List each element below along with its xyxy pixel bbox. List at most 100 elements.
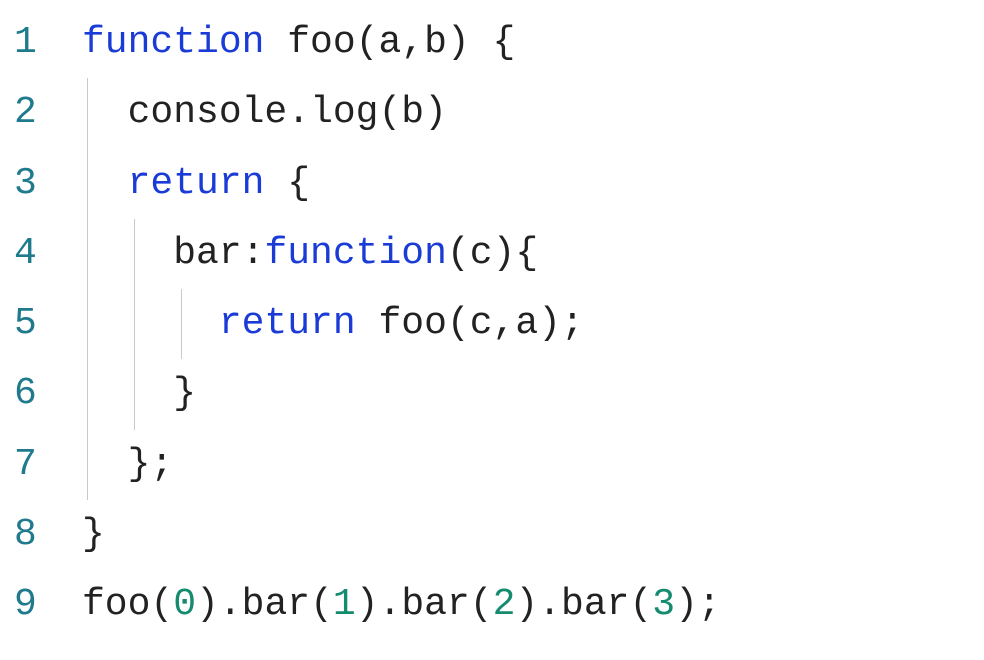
code-token: { [287, 162, 310, 205]
indent-guide [87, 78, 88, 148]
code-token [82, 91, 128, 134]
code-token: b [424, 21, 447, 64]
code-token: ( [150, 583, 173, 626]
code-token: function [82, 21, 264, 64]
code-token: 1 [333, 583, 356, 626]
code-line[interactable]: return foo(c,a); [60, 289, 984, 359]
line-number: 7 [0, 430, 60, 500]
code-line[interactable]: function foo(a,b) { [60, 8, 984, 78]
indent-guide [134, 359, 135, 429]
code-line[interactable]: }; [60, 430, 984, 500]
indent-guide [87, 149, 88, 219]
code-token: ( [470, 583, 493, 626]
indent-guide [87, 430, 88, 500]
code-token [82, 372, 173, 415]
code-token: log [310, 91, 378, 134]
code-line[interactable]: } [60, 359, 984, 429]
code-token: ( [447, 302, 470, 345]
indent-guide [181, 289, 182, 359]
code-token: ( [629, 583, 652, 626]
line-number: 6 [0, 359, 60, 429]
code-token: 0 [173, 583, 196, 626]
line-number: 9 [0, 570, 60, 640]
code-token: b [401, 91, 424, 134]
code-token: ) [493, 232, 516, 275]
code-token: ; [561, 302, 584, 345]
code-token: c [470, 232, 493, 275]
code-token [82, 232, 173, 275]
code-token: 2 [493, 583, 516, 626]
code-line[interactable]: foo(0).bar(1).bar(2).bar(3); [60, 570, 984, 640]
code-token: ) [675, 583, 698, 626]
code-token: ) [356, 583, 379, 626]
code-token: { [515, 232, 538, 275]
indent-guide [134, 289, 135, 359]
code-token: ) [424, 91, 447, 134]
code-token: . [538, 583, 561, 626]
code-row[interactable]: 5 return foo(c,a); [0, 289, 984, 359]
code-token: return [219, 302, 356, 345]
code-token: } [173, 372, 196, 415]
code-token: foo [287, 21, 355, 64]
code-row[interactable]: 2 console.log(b) [0, 78, 984, 148]
line-number: 2 [0, 78, 60, 148]
code-token: } [82, 513, 105, 556]
code-token [264, 21, 287, 64]
code-row[interactable]: 4 bar:function(c){ [0, 219, 984, 289]
code-token: bar [242, 583, 310, 626]
code-line[interactable]: console.log(b) [60, 78, 984, 148]
indent-guide [87, 219, 88, 289]
code-token: bar [561, 583, 629, 626]
code-token: function [264, 232, 446, 275]
line-number: 3 [0, 149, 60, 219]
code-row[interactable]: 8} [0, 500, 984, 570]
code-token: ) [538, 302, 561, 345]
code-token: bar [401, 583, 469, 626]
code-token: ( [447, 232, 470, 275]
code-token: : [242, 232, 265, 275]
code-token [82, 162, 128, 205]
code-token: } [128, 443, 151, 486]
indent-guide [134, 219, 135, 289]
line-number: 4 [0, 219, 60, 289]
code-row[interactable]: 7 }; [0, 430, 984, 500]
code-token [82, 302, 219, 345]
code-line[interactable]: return { [60, 149, 984, 219]
indent-guide [87, 359, 88, 429]
code-token [264, 162, 287, 205]
code-token [356, 302, 379, 345]
code-row[interactable]: 6 } [0, 359, 984, 429]
code-token: , [401, 21, 424, 64]
code-token: foo [82, 583, 150, 626]
code-token: ( [378, 91, 401, 134]
code-token: return [128, 162, 265, 205]
code-token: ( [310, 583, 333, 626]
code-editor[interactable]: 1function foo(a,b) {2 console.log(b)3 re… [0, 8, 984, 641]
code-token: ; [150, 443, 173, 486]
code-token: ) [447, 21, 470, 64]
line-number: 1 [0, 8, 60, 78]
code-line[interactable]: } [60, 500, 984, 570]
code-token: a [515, 302, 538, 345]
code-token: . [219, 583, 242, 626]
code-token: foo [378, 302, 446, 345]
code-token: bar [173, 232, 241, 275]
code-row[interactable]: 3 return { [0, 149, 984, 219]
code-row[interactable]: 9foo(0).bar(1).bar(2).bar(3); [0, 570, 984, 640]
code-token: c [470, 302, 493, 345]
code-token: . [287, 91, 310, 134]
code-token: ) [515, 583, 538, 626]
code-token: console [128, 91, 288, 134]
code-lines-container: 1function foo(a,b) {2 console.log(b)3 re… [0, 8, 984, 641]
code-token [470, 21, 493, 64]
indent-guide [87, 289, 88, 359]
code-token: ) [196, 583, 219, 626]
code-line[interactable]: bar:function(c){ [60, 219, 984, 289]
code-token: a [378, 21, 401, 64]
code-token: ; [698, 583, 721, 626]
code-token: , [493, 302, 516, 345]
code-token: ( [356, 21, 379, 64]
code-token: 3 [652, 583, 675, 626]
code-token [82, 443, 128, 486]
code-row[interactable]: 1function foo(a,b) { [0, 8, 984, 78]
